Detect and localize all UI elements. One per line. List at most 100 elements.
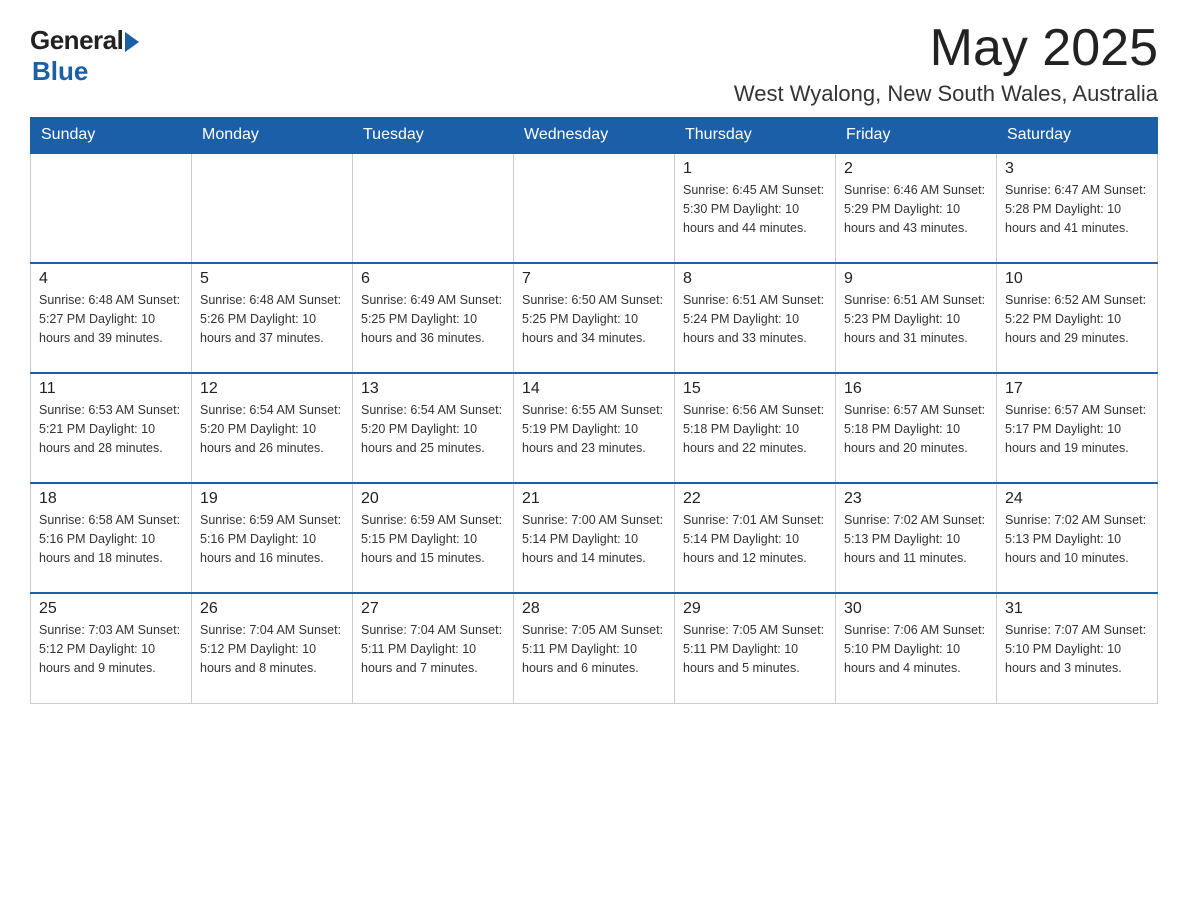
- calendar-cell: 26 Sunrise: 7:04 AM Sunset: 5:12 PM Dayli…: [192, 593, 353, 703]
- day-info: Sunrise: 6:47 AM Sunset: 5:28 PM Dayligh…: [1005, 181, 1149, 237]
- day-number: 29: [683, 600, 827, 618]
- calendar-cell: 13Sunrise: 6:54 AM Sunset: 5:20 PM Dayli…: [353, 373, 514, 483]
- day-number: 21: [522, 490, 666, 508]
- day-info: Sunrise: 6:57 AM Sunset: 5:17 PM Dayligh…: [1005, 401, 1149, 457]
- day-number: 11: [39, 380, 183, 398]
- day-number: 10: [1005, 270, 1149, 288]
- calendar-cell: 24 Sunrise: 7:02 AM Sunset: 5:13 PM Dayli…: [997, 483, 1158, 593]
- location-subtitle: West Wyalong, New South Wales, Australia: [734, 81, 1158, 107]
- day-info: Sunrise: 6:53 AM Sunset: 5:21 PM Dayligh…: [39, 401, 183, 457]
- day-info: Sunrise: 6:54 AM Sunset: 5:20 PM Dayligh…: [361, 401, 505, 457]
- day-info: Sunrise: 6:56 AM Sunset: 5:18 PM Dayligh…: [683, 401, 827, 457]
- calendar-week-row: 18 Sunrise: 6:58 AM Sunset: 5:16 PM Dayli…: [31, 483, 1158, 593]
- day-info: Sunrise: 6:52 AM Sunset: 5:22 PM Dayligh…: [1005, 291, 1149, 347]
- calendar-week-row: 25Sunrise: 7:03 AM Sunset: 5:12 PM Dayli…: [31, 593, 1158, 703]
- calendar-cell: 9 Sunrise: 6:51 AM Sunset: 5:23 PM Daylig…: [836, 263, 997, 373]
- calendar-cell: [192, 153, 353, 263]
- calendar-cell: 22 Sunrise: 7:01 AM Sunset: 5:14 PM Dayli…: [675, 483, 836, 593]
- day-info: Sunrise: 6:46 AM Sunset: 5:29 PM Dayligh…: [844, 181, 988, 237]
- logo-arrow-icon: [125, 32, 139, 52]
- calendar-cell: 30Sunrise: 7:06 AM Sunset: 5:10 PM Dayli…: [836, 593, 997, 703]
- calendar-cell: 4Sunrise: 6:48 AM Sunset: 5:27 PM Daylig…: [31, 263, 192, 373]
- calendar-cell: [514, 153, 675, 263]
- day-number: 9: [844, 270, 988, 288]
- day-info: Sunrise: 6:58 AM Sunset: 5:16 PM Dayligh…: [39, 511, 183, 567]
- day-number: 3: [1005, 160, 1149, 178]
- day-number: 2: [844, 160, 988, 178]
- day-number: 17: [1005, 380, 1149, 398]
- day-info: Sunrise: 6:54 AM Sunset: 5:20 PM Dayligh…: [200, 401, 344, 457]
- calendar-cell: [353, 153, 514, 263]
- day-number: 24: [1005, 490, 1149, 508]
- calendar-cell: 17 Sunrise: 6:57 AM Sunset: 5:17 PM Dayli…: [997, 373, 1158, 483]
- day-info: Sunrise: 7:04 AM Sunset: 5:12 PM Dayligh…: [200, 621, 344, 677]
- day-info: Sunrise: 6:49 AM Sunset: 5:25 PM Dayligh…: [361, 291, 505, 347]
- calendar-cell: 18 Sunrise: 6:58 AM Sunset: 5:16 PM Dayli…: [31, 483, 192, 593]
- day-info: Sunrise: 6:57 AM Sunset: 5:18 PM Dayligh…: [844, 401, 988, 457]
- calendar-week-row: 11 Sunrise: 6:53 AM Sunset: 5:21 PM Dayli…: [31, 373, 1158, 483]
- day-info: Sunrise: 7:03 AM Sunset: 5:12 PM Dayligh…: [39, 621, 183, 677]
- day-number: 18: [39, 490, 183, 508]
- day-number: 12: [200, 380, 344, 398]
- day-info: Sunrise: 7:05 AM Sunset: 5:11 PM Dayligh…: [522, 621, 666, 677]
- calendar-header-monday: Monday: [192, 118, 353, 154]
- day-info: Sunrise: 6:48 AM Sunset: 5:26 PM Dayligh…: [200, 291, 344, 347]
- calendar-cell: 28Sunrise: 7:05 AM Sunset: 5:11 PM Dayli…: [514, 593, 675, 703]
- calendar-cell: 25Sunrise: 7:03 AM Sunset: 5:12 PM Dayli…: [31, 593, 192, 703]
- day-info: Sunrise: 7:00 AM Sunset: 5:14 PM Dayligh…: [522, 511, 666, 567]
- calendar-cell: 16 Sunrise: 6:57 AM Sunset: 5:18 PM Dayli…: [836, 373, 997, 483]
- day-number: 1: [683, 160, 827, 178]
- logo: General Blue: [30, 20, 139, 87]
- day-number: 5: [200, 270, 344, 288]
- day-number: 16: [844, 380, 988, 398]
- calendar-cell: 20Sunrise: 6:59 AM Sunset: 5:15 PM Dayli…: [353, 483, 514, 593]
- calendar-cell: 1 Sunrise: 6:45 AM Sunset: 5:30 PM Daylig…: [675, 153, 836, 263]
- day-info: Sunrise: 6:51 AM Sunset: 5:23 PM Dayligh…: [844, 291, 988, 347]
- calendar-cell: 2 Sunrise: 6:46 AM Sunset: 5:29 PM Daylig…: [836, 153, 997, 263]
- day-info: Sunrise: 6:45 AM Sunset: 5:30 PM Dayligh…: [683, 181, 827, 237]
- day-info: Sunrise: 7:02 AM Sunset: 5:13 PM Dayligh…: [1005, 511, 1149, 567]
- calendar-cell: 6 Sunrise: 6:49 AM Sunset: 5:25 PM Daylig…: [353, 263, 514, 373]
- calendar-header-row: SundayMondayTuesdayWednesdayThursdayFrid…: [31, 118, 1158, 154]
- calendar-cell: 11 Sunrise: 6:53 AM Sunset: 5:21 PM Dayli…: [31, 373, 192, 483]
- calendar-cell: 31 Sunrise: 7:07 AM Sunset: 5:10 PM Dayli…: [997, 593, 1158, 703]
- calendar-week-row: 4Sunrise: 6:48 AM Sunset: 5:27 PM Daylig…: [31, 263, 1158, 373]
- calendar-cell: 5 Sunrise: 6:48 AM Sunset: 5:26 PM Daylig…: [192, 263, 353, 373]
- calendar-table: SundayMondayTuesdayWednesdayThursdayFrid…: [30, 117, 1158, 704]
- day-number: 15: [683, 380, 827, 398]
- day-number: 6: [361, 270, 505, 288]
- day-number: 22: [683, 490, 827, 508]
- logo-general-text: General: [30, 25, 123, 56]
- calendar-cell: 8Sunrise: 6:51 AM Sunset: 5:24 PM Daylig…: [675, 263, 836, 373]
- day-number: 23: [844, 490, 988, 508]
- calendar-cell: 3 Sunrise: 6:47 AM Sunset: 5:28 PM Daylig…: [997, 153, 1158, 263]
- calendar-cell: 19Sunrise: 6:59 AM Sunset: 5:16 PM Dayli…: [192, 483, 353, 593]
- month-year-title: May 2025: [734, 20, 1158, 77]
- calendar-header-thursday: Thursday: [675, 118, 836, 154]
- day-info: Sunrise: 7:04 AM Sunset: 5:11 PM Dayligh…: [361, 621, 505, 677]
- calendar-header-saturday: Saturday: [997, 118, 1158, 154]
- calendar-header-sunday: Sunday: [31, 118, 192, 154]
- day-info: Sunrise: 6:50 AM Sunset: 5:25 PM Dayligh…: [522, 291, 666, 347]
- calendar-cell: 27 Sunrise: 7:04 AM Sunset: 5:11 PM Dayli…: [353, 593, 514, 703]
- calendar-cell: 7 Sunrise: 6:50 AM Sunset: 5:25 PM Daylig…: [514, 263, 675, 373]
- calendar-header-friday: Friday: [836, 118, 997, 154]
- day-number: 4: [39, 270, 183, 288]
- day-info: Sunrise: 6:59 AM Sunset: 5:16 PM Dayligh…: [200, 511, 344, 567]
- day-number: 7: [522, 270, 666, 288]
- day-number: 8: [683, 270, 827, 288]
- page-header: General Blue May 2025 West Wyalong, New …: [30, 20, 1158, 107]
- logo-blue-text: Blue: [32, 56, 88, 87]
- day-number: 26: [200, 600, 344, 618]
- calendar-cell: 15 Sunrise: 6:56 AM Sunset: 5:18 PM Dayli…: [675, 373, 836, 483]
- calendar-cell: 14Sunrise: 6:55 AM Sunset: 5:19 PM Dayli…: [514, 373, 675, 483]
- day-number: 27: [361, 600, 505, 618]
- calendar-header-tuesday: Tuesday: [353, 118, 514, 154]
- day-number: 31: [1005, 600, 1149, 618]
- day-info: Sunrise: 7:01 AM Sunset: 5:14 PM Dayligh…: [683, 511, 827, 567]
- calendar-cell: 23Sunrise: 7:02 AM Sunset: 5:13 PM Dayli…: [836, 483, 997, 593]
- calendar-header-wednesday: Wednesday: [514, 118, 675, 154]
- day-info: Sunrise: 7:07 AM Sunset: 5:10 PM Dayligh…: [1005, 621, 1149, 677]
- calendar-cell: 29Sunrise: 7:05 AM Sunset: 5:11 PM Dayli…: [675, 593, 836, 703]
- calendar-cell: 12 Sunrise: 6:54 AM Sunset: 5:20 PM Dayli…: [192, 373, 353, 483]
